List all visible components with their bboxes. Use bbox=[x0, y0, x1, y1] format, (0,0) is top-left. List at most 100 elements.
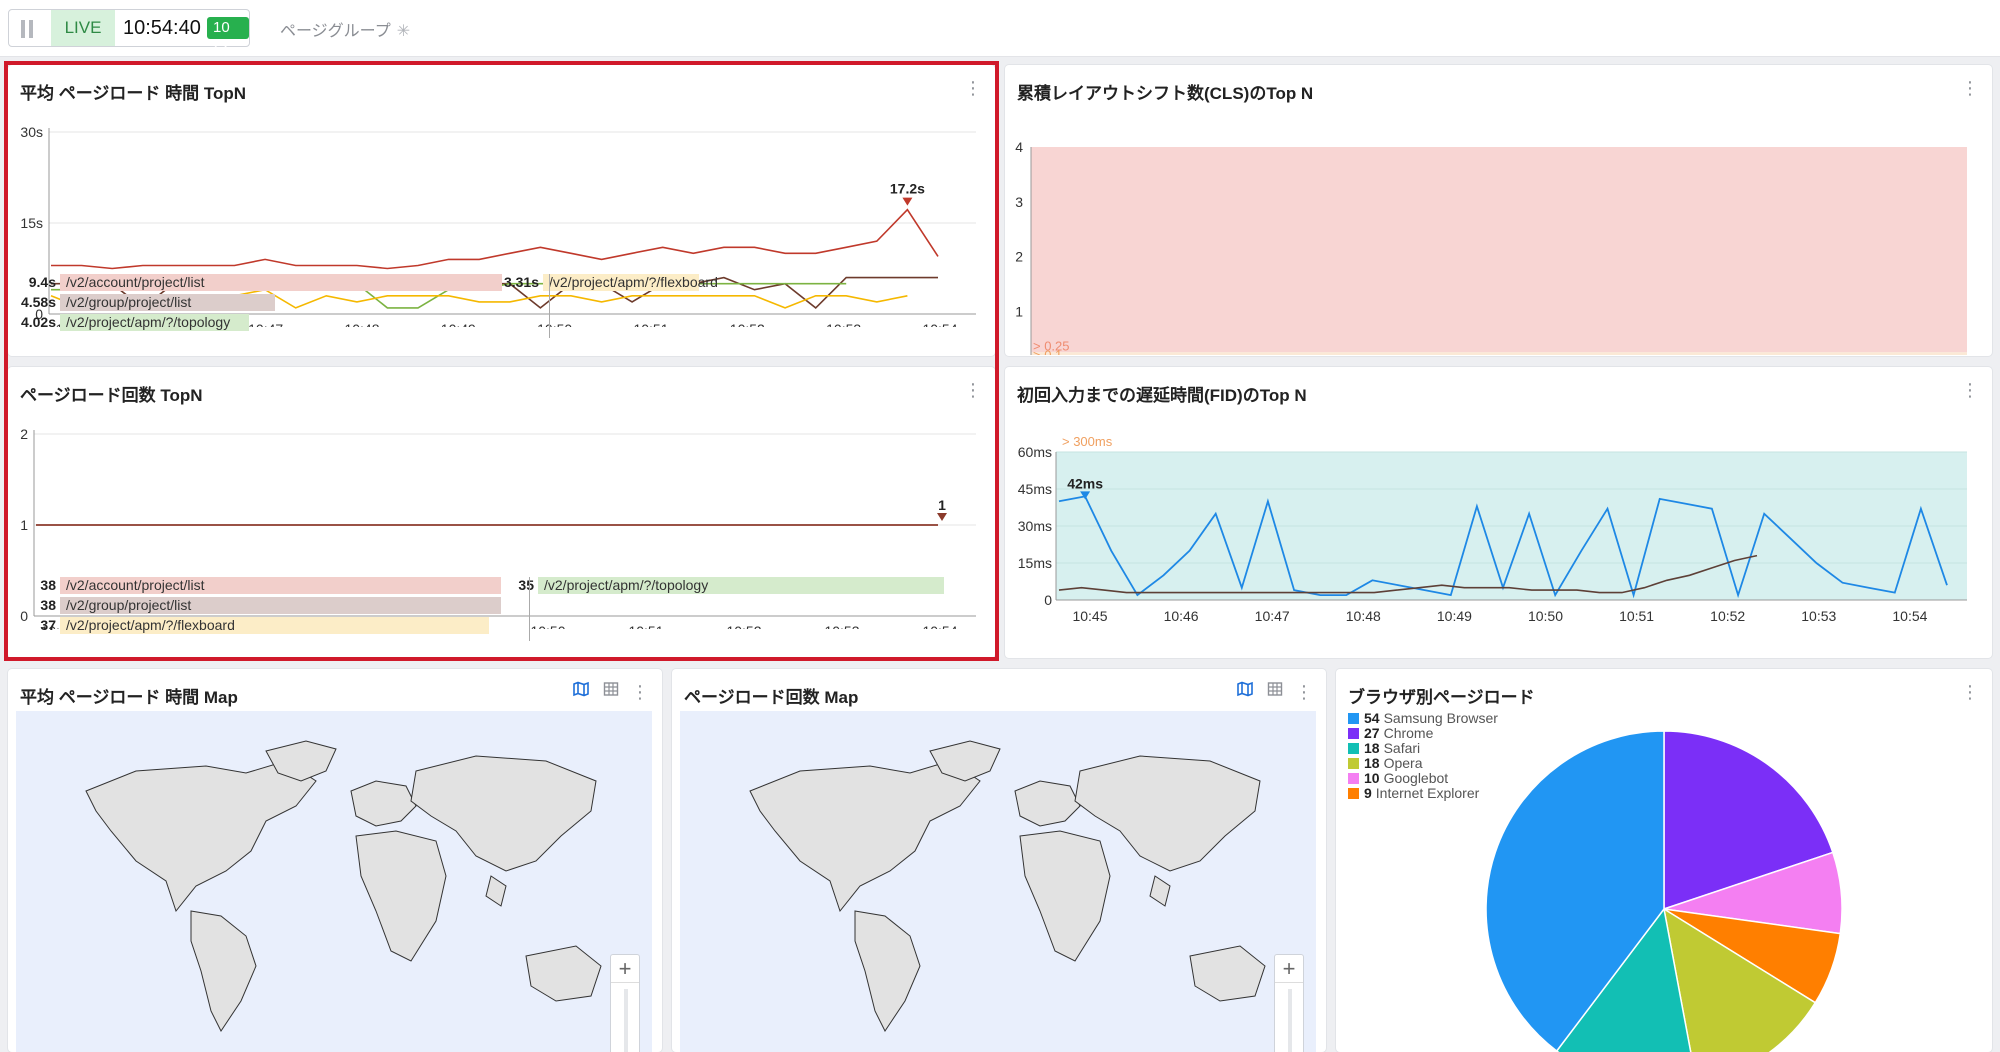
panel-title: 初回入力までの遅延時間(FID)のTop N bbox=[1017, 386, 1307, 405]
avg-load-topn-panel: 平均 ページロード 時間 TopN ⋮ 015s30s10:4510:4610:… bbox=[8, 65, 995, 356]
legend-item[interactable]: 38/v2/account/project/list bbox=[16, 577, 516, 594]
legend-item[interactable]: 37/v2/project/apm/?/flexboard bbox=[16, 617, 516, 634]
peak-marker bbox=[902, 197, 913, 206]
continent-shape bbox=[485, 875, 507, 907]
table-icon[interactable] bbox=[600, 681, 622, 703]
world-map-shapes bbox=[749, 740, 1266, 1032]
y-tick-label: 3 bbox=[1015, 194, 1023, 210]
current-time: 10:54:40 bbox=[123, 17, 201, 39]
legend-path: /v2/account/project/list bbox=[66, 577, 205, 593]
x-tick-label: 10:53 bbox=[824, 623, 859, 629]
x-tick-label: 10:50 bbox=[537, 321, 572, 327]
world-map[interactable] bbox=[16, 711, 652, 1052]
x-tick-label: 10:53 bbox=[1801, 608, 1836, 624]
legend-value: 3.31s bbox=[503, 274, 539, 290]
continent-shape bbox=[355, 830, 447, 962]
more-menu-icon[interactable]: ⋮ bbox=[1960, 379, 1980, 401]
zoom-in-button[interactable]: + bbox=[611, 955, 639, 983]
legend-path: /v2/group/project/list bbox=[66, 597, 192, 613]
top-bar: LIVE 10:54:40 10分 ページグループ ✳ bbox=[0, 0, 2000, 58]
y-tick-label: 45ms bbox=[1018, 481, 1052, 497]
x-tick-label: 10:52 bbox=[726, 623, 761, 629]
zoom-slider[interactable] bbox=[1275, 983, 1303, 1052]
continent-shape bbox=[525, 945, 602, 1002]
map-zoom-control[interactable]: + bbox=[610, 954, 640, 1052]
world-map[interactable] bbox=[680, 711, 1316, 1052]
legend-item[interactable]: 9.4s/v2/account/project/list bbox=[16, 274, 516, 291]
more-menu-icon[interactable]: ⋮ bbox=[630, 681, 650, 703]
more-menu-icon[interactable]: ⋮ bbox=[1960, 77, 1980, 99]
cls-topn-panel: 累積レイアウトシフト数(CLS)のTop N ⋮ 01234> 0.25> 0.… bbox=[1005, 65, 1992, 356]
legend-item[interactable]: 3.31s/v2/project/apm/?/flexboard bbox=[499, 274, 995, 291]
page-group-filter[interactable]: ページグループ ✳ bbox=[280, 17, 410, 41]
x-tick-label: 10:52 bbox=[1710, 608, 1745, 624]
more-menu-icon[interactable]: ⋮ bbox=[963, 77, 983, 99]
legend-value: 37 bbox=[40, 617, 56, 633]
map-icon[interactable] bbox=[570, 681, 592, 703]
y-tick-label: 30ms bbox=[1018, 518, 1052, 534]
peak-label: 1 bbox=[938, 497, 946, 513]
asterisk-icon: ✳ bbox=[396, 23, 411, 40]
panel-title: 平均 ページロード 時間 TopN bbox=[20, 84, 246, 103]
panel-title: ページロード回数 TopN bbox=[20, 386, 203, 405]
more-menu-icon[interactable]: ⋮ bbox=[1294, 681, 1314, 703]
map-zoom-control[interactable]: + bbox=[1274, 954, 1304, 1052]
y-tick-label: 60ms bbox=[1018, 444, 1052, 460]
cls-area-chart: 01234> 0.25> 0.110:4510:4610:4710:4810:4… bbox=[1015, 139, 1967, 355]
continent-shape bbox=[749, 760, 981, 913]
more-menu-icon[interactable]: ⋮ bbox=[963, 379, 983, 401]
world-map-shapes bbox=[85, 740, 602, 1032]
table-icon[interactable] bbox=[1264, 681, 1286, 703]
y-tick-label: 4 bbox=[1015, 139, 1023, 155]
peak-marker bbox=[937, 513, 947, 521]
zoom-in-button[interactable]: + bbox=[1275, 955, 1303, 983]
poor-zone bbox=[1031, 147, 1967, 353]
legend-item[interactable]: 38/v2/group/project/list bbox=[16, 597, 516, 614]
legend-item[interactable]: 4.02s/v2/project/apm/?/topology bbox=[16, 314, 516, 331]
peak-label: 17.2s bbox=[890, 181, 925, 197]
legend-value: 38 bbox=[40, 577, 56, 593]
x-tick-label: 10:51 bbox=[1619, 608, 1654, 624]
needs-improvement-zone bbox=[1031, 352, 1967, 355]
live-toggle[interactable]: LIVE bbox=[51, 10, 115, 46]
x-tick-label: 10:51 bbox=[628, 623, 663, 629]
legend-divider bbox=[529, 577, 530, 641]
fid-line-chart: 0 15ms 30ms 45ms 60ms > 300ms 42ms 10:45 10:46 10… bbox=[1018, 434, 1967, 624]
x-tick-label: 10:47 bbox=[1255, 608, 1290, 624]
y-tick-label: 1 bbox=[1015, 303, 1023, 319]
legend-item[interactable]: 4.58s/v2/group/project/list bbox=[16, 294, 516, 311]
legend-value: 35 bbox=[518, 577, 534, 593]
continent-shape bbox=[85, 760, 317, 913]
continent-shape bbox=[350, 780, 417, 827]
y-tick-label: 30s bbox=[20, 124, 43, 140]
map-icon[interactable] bbox=[1234, 681, 1256, 703]
x-tick-label: 10:54 bbox=[922, 321, 957, 327]
x-tick-label: 10:49 bbox=[1437, 608, 1472, 624]
live-control: LIVE 10:54:40 10分 bbox=[8, 9, 250, 58]
load-count-topn-panel: ページロード回数 TopN ⋮ 01210:4510:4610:4710:481… bbox=[8, 367, 995, 658]
continent-shape bbox=[1149, 875, 1171, 907]
interval-badge[interactable]: 10分 bbox=[207, 17, 249, 58]
y-tick-label: 15s bbox=[20, 215, 43, 231]
threshold-label: > 300ms bbox=[1062, 434, 1113, 449]
legend-item[interactable]: 35/v2/project/apm/?/topology bbox=[494, 577, 994, 594]
panel-title: 平均 ページロード 時間 Map bbox=[20, 688, 238, 707]
x-tick-label: 10:45 bbox=[1072, 608, 1107, 624]
legend-path: /v2/account/project/list bbox=[66, 274, 205, 290]
continent-shape bbox=[1019, 830, 1111, 962]
y-tick-label: 1 bbox=[20, 517, 28, 533]
browser-pie-panel: ブラウザ別ページロード ⋮ 54 Samsung Browser 27 Chrome 1… bbox=[1336, 669, 1992, 1052]
continent-shape bbox=[1189, 945, 1266, 1002]
x-tick-label: 10:54 bbox=[922, 623, 957, 629]
legend-value: 4.02s bbox=[20, 314, 56, 330]
legend-path: /v2/project/apm/?/topology bbox=[66, 314, 231, 330]
browser-pie-chart bbox=[1485, 730, 1843, 1052]
series-line bbox=[51, 208, 939, 270]
legend-path: /v2/project/apm/?/flexboard bbox=[66, 617, 235, 633]
x-tick-label: 10:50 bbox=[530, 623, 565, 629]
zoom-slider[interactable] bbox=[611, 983, 639, 1052]
pause-icon[interactable] bbox=[19, 20, 35, 38]
x-tick-label: 10:50 bbox=[1528, 608, 1563, 624]
x-tick-label: 10:51 bbox=[633, 321, 668, 327]
legend-value: 38 bbox=[40, 597, 56, 613]
